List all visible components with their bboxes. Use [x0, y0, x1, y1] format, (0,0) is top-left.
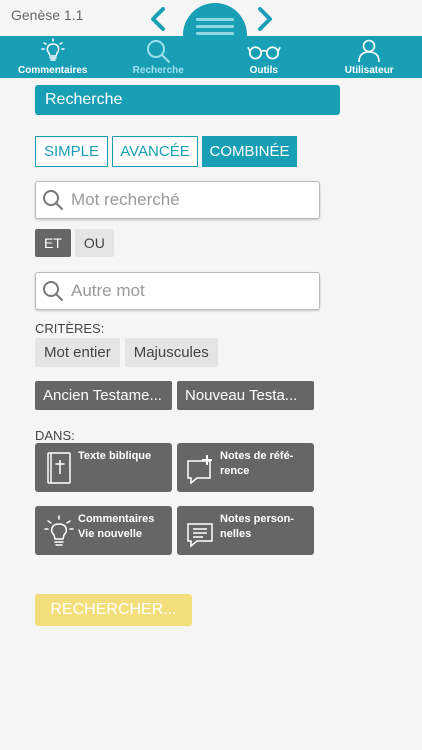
primary-search-input[interactable]: [71, 190, 301, 210]
source-texte-biblique-toggle[interactable]: Texte biblique: [35, 443, 172, 492]
tile-label: Commentaires: [78, 513, 155, 525]
search-icon: [43, 190, 63, 210]
ancien-testament-toggle[interactable]: Ancien Testame...: [35, 381, 172, 410]
mode-simple-button[interactable]: SIMPLE: [35, 136, 108, 167]
tile-label: Vie nouvelle: [78, 528, 142, 540]
main-tab-bar: Commentaires Recherche Outils Utilisateu…: [0, 36, 422, 78]
search-icon: [43, 281, 63, 301]
source-notes-reference-toggle[interactable]: Notes de réfé- rence: [177, 443, 314, 492]
tile-label: Notes de réfé-: [220, 450, 294, 462]
lightbulb-icon: [44, 515, 74, 546]
tile-label: Notes person-: [220, 513, 294, 525]
criteria-majuscules-toggle[interactable]: Majuscules: [124, 338, 218, 367]
operator-group: ET OU: [35, 229, 114, 257]
criteria-label: CRITÈRES:: [35, 321, 105, 336]
tab-label: Outils: [249, 65, 278, 76]
note-text-icon: [187, 523, 213, 548]
user-icon: [358, 39, 381, 63]
tab-recherche[interactable]: Recherche: [106, 36, 212, 78]
next-chapter-button[interactable]: [253, 6, 277, 32]
tab-utilisateur[interactable]: Utilisateur: [317, 36, 422, 78]
search-icon: [147, 40, 171, 63]
tab-label: Commentaires: [18, 65, 88, 76]
source-notes-personnelles-toggle[interactable]: Notes person- nelles: [177, 506, 314, 555]
operator-ou-button[interactable]: OU: [74, 229, 114, 257]
chevron-right-icon: [258, 7, 272, 31]
tab-outils[interactable]: Outils: [211, 36, 317, 78]
tab-label: Recherche: [132, 65, 184, 76]
note-add-icon: [187, 455, 212, 485]
secondary-search-input[interactable]: [71, 281, 301, 301]
section-title: Recherche: [35, 85, 340, 115]
tile-label: nelles: [220, 528, 252, 540]
chevron-left-icon: [151, 7, 165, 31]
testament-group: Ancien Testame... Nouveau Testa...: [35, 381, 314, 410]
operator-et-button[interactable]: ET: [35, 229, 71, 257]
bible-icon: [47, 452, 71, 484]
tab-commentaires[interactable]: Commentaires: [0, 36, 106, 78]
secondary-search-field: [35, 272, 320, 310]
tile-label: Texte biblique: [78, 450, 152, 462]
search-mode-group: SIMPLE AVANCÉE COMBINÉE: [35, 136, 297, 167]
mode-combinee-button[interactable]: COMBINÉE: [202, 136, 297, 167]
mode-avancee-button[interactable]: AVANCÉE: [112, 136, 198, 167]
lightbulb-icon: [41, 38, 65, 61]
dans-label: DANS:: [35, 428, 75, 443]
previous-chapter-button[interactable]: [146, 6, 170, 32]
source-commentaires-toggle[interactable]: Commentaires Vie nouvelle: [35, 506, 172, 555]
criteria-group: Mot entier Majuscules: [35, 338, 218, 367]
glasses-icon: [246, 46, 281, 60]
tile-label: rence: [220, 465, 250, 477]
primary-search-field: [35, 181, 320, 219]
rechercher-button[interactable]: RECHERCHER...: [35, 594, 192, 626]
criteria-mot-entier-toggle[interactable]: Mot entier: [35, 338, 120, 367]
verse-reference[interactable]: Genèse 1.1: [11, 7, 83, 23]
tab-label: Utilisateur: [344, 65, 394, 76]
nouveau-testament-toggle[interactable]: Nouveau Testa...: [177, 381, 314, 410]
